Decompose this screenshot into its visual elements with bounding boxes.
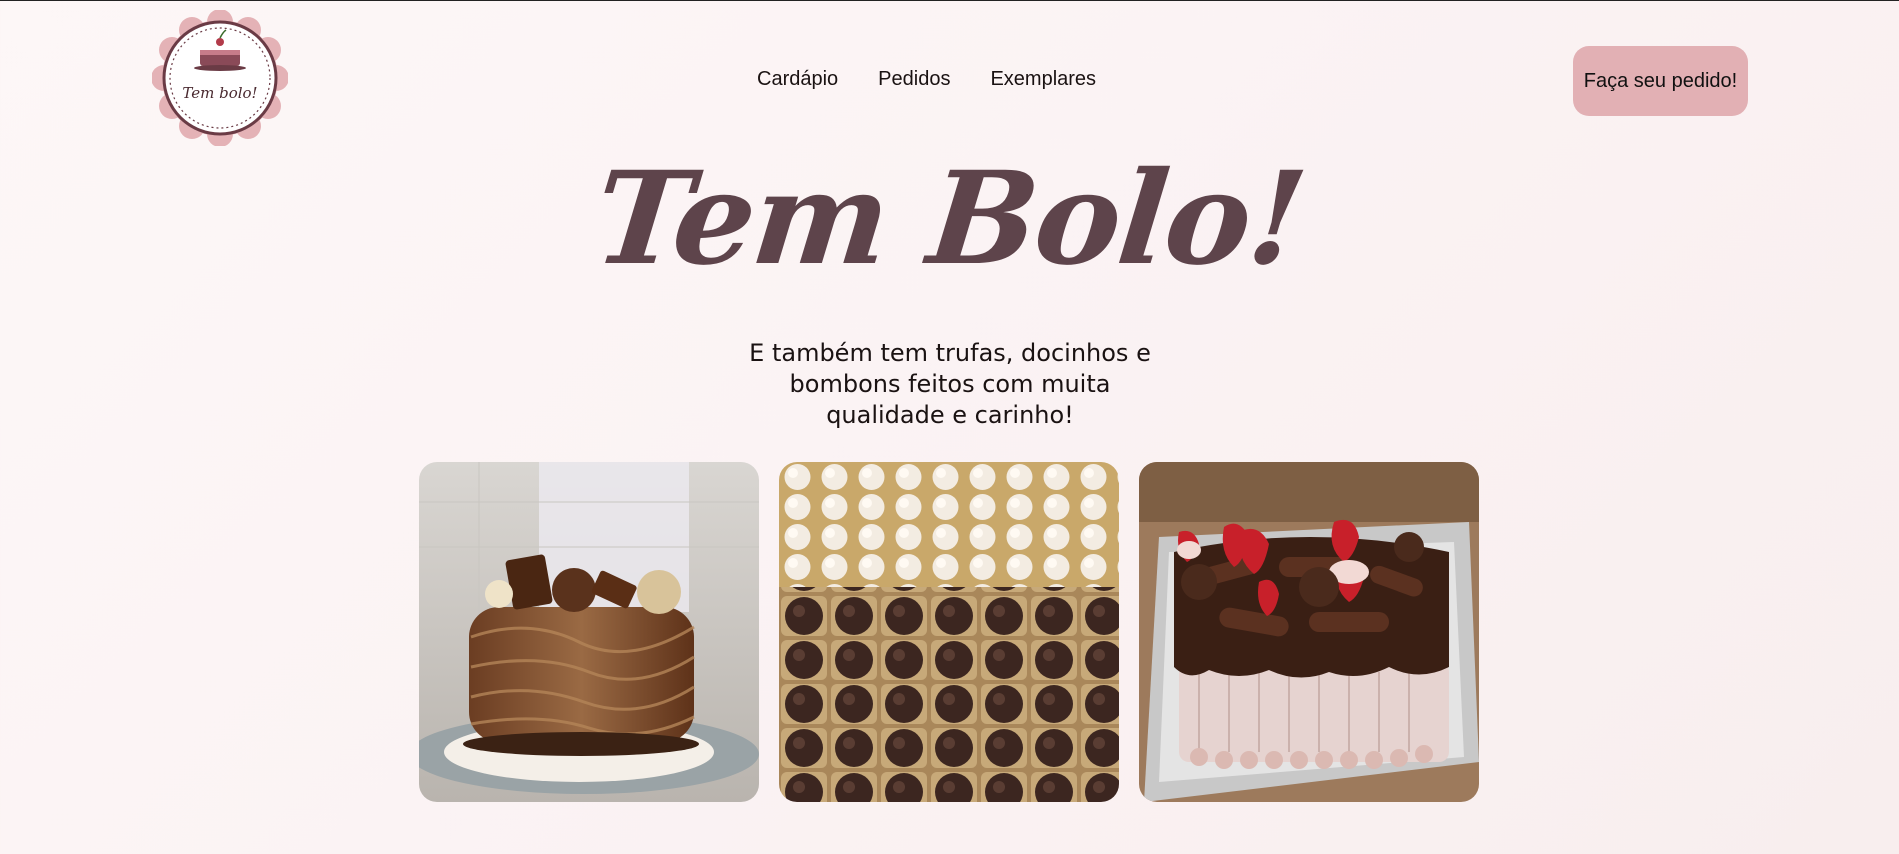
- svg-text:Tem bolo!: Tem bolo!: [182, 84, 257, 102]
- chocolate-wave-cake-photo: [419, 462, 759, 802]
- main-nav: Cardápio Pedidos Exemplares: [757, 68, 1096, 91]
- nav-item-cardapio[interactable]: Cardápio: [757, 68, 838, 91]
- order-button[interactable]: Faça seu pedido!: [1573, 46, 1748, 116]
- brand-logo[interactable]: Tem bolo!: [151, 9, 289, 147]
- brand-logo-badge: Tem bolo!: [151, 9, 289, 147]
- brigadeiros-and-truffles-photo: [779, 462, 1119, 802]
- hero-title: Tem Bolo!: [587, 144, 1312, 294]
- hero-subtitle: E também tem trufas, docinhos e bombons …: [749, 339, 1151, 429]
- chocolate-strawberry-cake-photo: [1139, 462, 1479, 802]
- product-gallery: [419, 462, 1479, 802]
- nav-item-pedidos[interactable]: Pedidos: [878, 68, 950, 91]
- top-border: [0, 0, 1899, 1]
- nav-item-exemplares[interactable]: Exemplares: [990, 68, 1096, 91]
